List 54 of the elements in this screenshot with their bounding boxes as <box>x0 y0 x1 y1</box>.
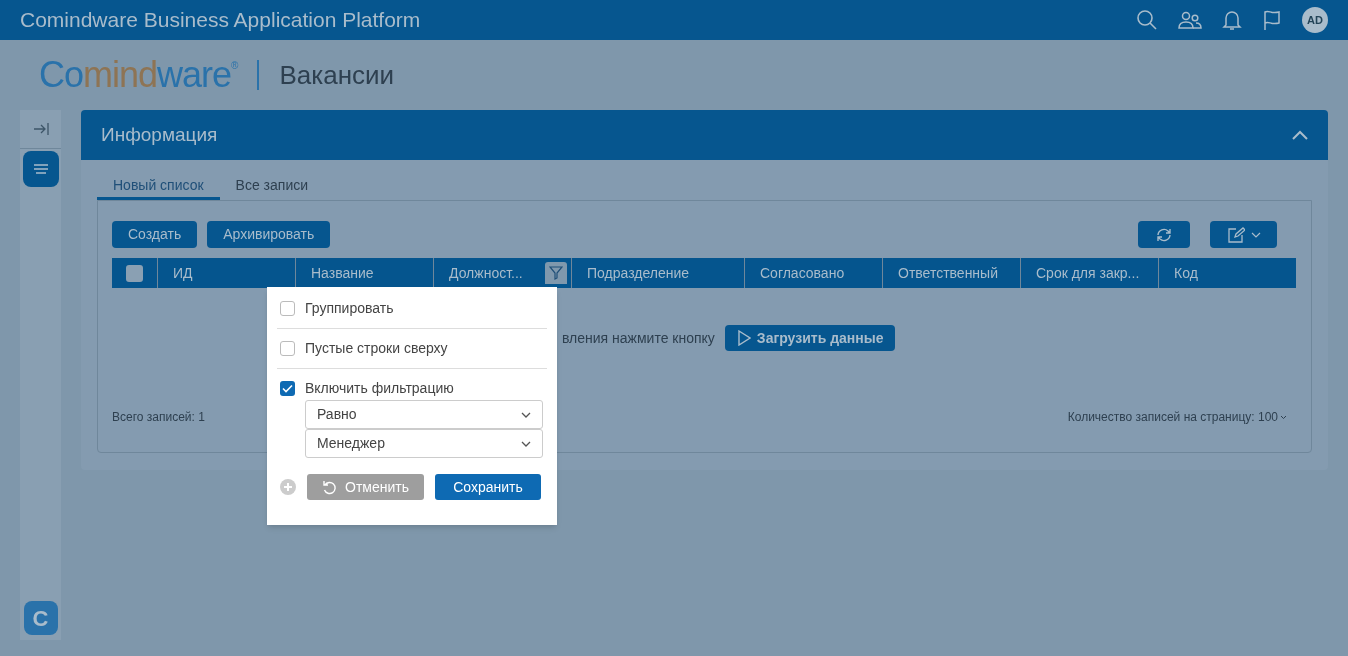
user-avatar[interactable]: AD <box>1302 7 1328 33</box>
brand-logo: Comindware$^{®}$ <box>39 52 238 97</box>
caret-icon <box>1280 414 1287 420</box>
caret-icon <box>521 440 531 447</box>
column-header[interactable]: Ответственный <box>898 262 998 284</box>
option-label: Группировать <box>305 299 394 318</box>
option-label: Включить фильтрацию <box>305 379 454 398</box>
column-header[interactable]: Согласовано <box>760 262 845 284</box>
play-icon <box>736 330 751 346</box>
column-header[interactable]: ИД <box>173 262 193 284</box>
flag-icon[interactable] <box>1262 9 1282 31</box>
select-all-checkbox[interactable] <box>126 264 143 282</box>
column-header[interactable]: Срок для закр... <box>1036 262 1140 284</box>
refresh-icon <box>1155 226 1173 243</box>
column-header[interactable]: Подразделение <box>587 262 690 284</box>
column-header[interactable]: Код <box>1174 262 1198 284</box>
search-icon[interactable] <box>1136 9 1158 31</box>
option-label: Пустые строки сверху <box>305 339 448 358</box>
caret-icon <box>1250 231 1261 238</box>
edit-menu-button[interactable] <box>1210 221 1277 248</box>
column-header[interactable]: Должност... <box>449 262 523 284</box>
toolbar-button[interactable]: Создать <box>112 221 198 248</box>
load-data-button[interactable]: Загрузить данные <box>724 325 896 351</box>
tab[interactable]: Новый список <box>97 175 220 200</box>
checkbox[interactable] <box>280 301 295 316</box>
undo-icon <box>322 479 337 495</box>
filter-icon <box>549 266 563 280</box>
save-button[interactable]: Сохранить <box>435 474 541 500</box>
dropdown-field[interactable]: Равно <box>305 400 543 429</box>
menu-icon <box>32 164 49 174</box>
app-title: Comindware Business Application Platform <box>20 7 421 34</box>
bell-icon[interactable] <box>1222 9 1242 31</box>
toolbar-button[interactable]: Архивировать <box>207 221 331 248</box>
menu-button[interactable] <box>22 151 59 187</box>
column-header[interactable]: Название <box>311 262 374 284</box>
users-icon[interactable] <box>1178 10 1202 30</box>
checkbox[interactable] <box>280 341 295 356</box>
cancel-button[interactable]: Отменить <box>307 474 424 500</box>
page-title: Вакансии <box>279 58 395 92</box>
caret-icon <box>521 411 531 418</box>
dropdown-field[interactable]: Менеджер <box>305 429 543 458</box>
tab[interactable]: Все записи <box>219 175 325 200</box>
filter-button[interactable] <box>545 262 567 284</box>
expand-icon[interactable] <box>32 122 49 136</box>
add-icon[interactable] <box>280 479 296 495</box>
total-records: Всего записей: 1 <box>112 409 205 426</box>
app-logo-icon[interactable]: C <box>23 601 58 635</box>
refresh-button[interactable] <box>1138 221 1190 248</box>
edit-icon <box>1226 226 1245 243</box>
page-size-selector[interactable]: Количество записей на страницу: 100 <box>1067 408 1287 426</box>
checkbox[interactable] <box>280 381 295 396</box>
collapse-icon[interactable] <box>1292 130 1308 140</box>
empty-message: вления нажмите кнопку <box>562 328 715 348</box>
card-title: Информация <box>101 122 218 147</box>
